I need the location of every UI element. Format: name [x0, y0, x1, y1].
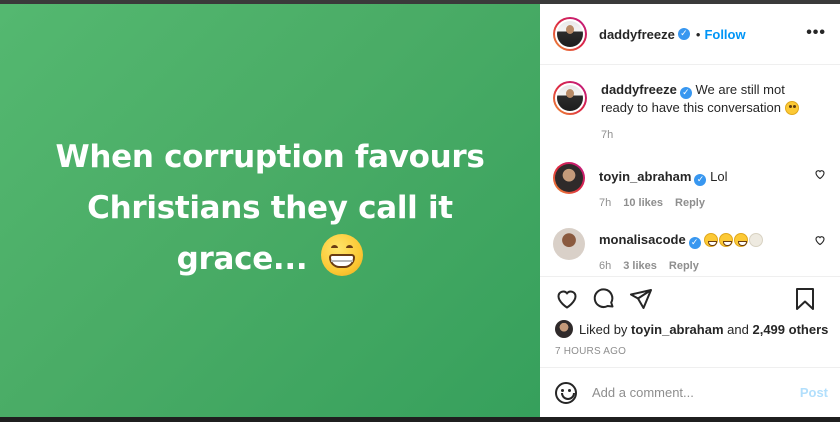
author-avatar[interactable]	[553, 17, 587, 51]
comment-username[interactable]: monalisacode	[599, 232, 686, 247]
likes-others-link[interactable]: 2,499 others	[752, 322, 828, 337]
liker-avatar[interactable]	[555, 320, 573, 338]
caption-comment: daddyfreeze ✓ We are still mot ready to h…	[553, 81, 840, 144]
post-actions-bar	[540, 283, 840, 315]
liker-username[interactable]: toyin_abraham	[631, 322, 723, 337]
tears-of-joy-emoji-icon	[749, 233, 764, 247]
post-media-text: When corruption favours Christians they …	[55, 139, 485, 277]
more-options-icon[interactable]: •••	[806, 24, 826, 42]
post-media[interactable]: When corruption favours Christians they …	[0, 4, 540, 417]
post-comment-button[interactable]: Post	[800, 385, 828, 400]
comment-item: toyin_abraham ✓ Lol 7h 10 likes Reply	[553, 162, 840, 212]
post-side-panel: daddyfreeze ✓ • Follow ••• daddyfreeze ✓ …	[540, 4, 840, 417]
caption-author-avatar[interactable]	[553, 81, 587, 115]
verified-badge-icon: ✓	[679, 87, 692, 99]
rolling-eyes-emoji-icon	[784, 101, 799, 115]
comment-composer: Post	[540, 367, 840, 417]
comment-likes-count[interactable]: 10 likes	[623, 195, 663, 212]
comment-text: Lol	[710, 169, 728, 184]
add-comment-input[interactable]	[592, 385, 792, 400]
commenter-avatar[interactable]	[553, 162, 585, 194]
likes-summary: Liked by toyin_abraham and 2,499 others	[540, 319, 840, 339]
comment-icon[interactable]	[592, 287, 616, 311]
grinning-face-emoji-icon	[321, 234, 364, 276]
verified-badge-icon: ✓	[688, 237, 701, 249]
verified-badge-icon: ✓	[694, 174, 707, 186]
post-media-caption: When corruption favours Christians they …	[35, 132, 505, 285]
tears-of-joy-emoji-icon	[734, 233, 749, 247]
comment-username[interactable]: daddyfreeze	[601, 82, 677, 97]
heart-icon[interactable]	[555, 287, 579, 311]
comment-likes-count[interactable]: 3 likes	[623, 258, 657, 275]
comment-time: 7h	[599, 197, 612, 209]
likes-middle: and	[727, 321, 749, 337]
share-icon[interactable]	[629, 287, 653, 311]
likes-prefix: Liked by	[579, 321, 628, 337]
reply-button[interactable]: Reply	[675, 195, 705, 212]
author-username[interactable]: daddyfreeze	[599, 27, 675, 42]
comments-list: daddyfreeze ✓ We are still mot ready to h…	[540, 65, 840, 277]
separator-dot: •	[695, 26, 701, 42]
comment-username[interactable]: toyin_abraham	[599, 169, 691, 184]
post-timestamp[interactable]: 7 HOURS AGO	[540, 346, 840, 360]
follow-button[interactable]: Follow	[704, 27, 745, 42]
comment-time: 6h	[599, 260, 612, 272]
comment-item: monalisacode ✓ 6h 3 likes Reply	[553, 228, 840, 275]
verified-badge-icon: ✓	[677, 28, 690, 40]
bookmark-icon[interactable]	[794, 287, 816, 311]
comment-like-heart-icon[interactable]	[814, 234, 826, 246]
comment-like-heart-icon[interactable]	[814, 168, 826, 180]
commenter-avatar[interactable]	[553, 228, 585, 260]
post-header: daddyfreeze ✓ • Follow •••	[540, 4, 840, 65]
emoji-icon[interactable]	[555, 381, 577, 404]
tears-of-joy-emoji-icon	[719, 233, 734, 247]
tears-of-joy-emoji-icon	[704, 233, 719, 247]
reply-button[interactable]: Reply	[669, 258, 699, 275]
comment-time: 7h	[601, 129, 614, 141]
bottom-background-strip	[0, 417, 840, 422]
author-info: daddyfreeze ✓ • Follow	[599, 27, 746, 42]
